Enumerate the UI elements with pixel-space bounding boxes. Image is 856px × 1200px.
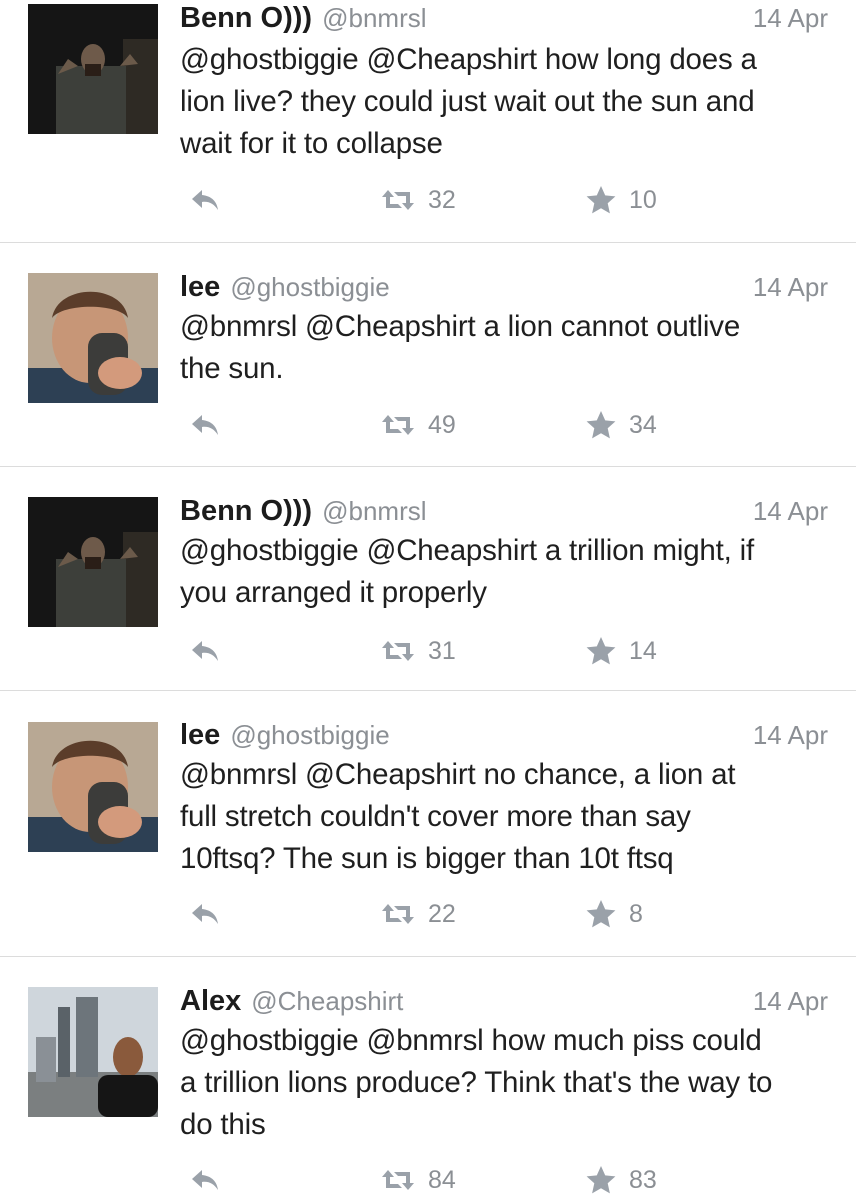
tweet-item[interactable]: Benn O))) @bnmrsl 14 Apr @ghostbiggie @C… xyxy=(0,467,856,691)
reply-button[interactable] xyxy=(190,180,220,220)
star-icon xyxy=(586,186,616,214)
author-handle[interactable]: @bnmrsl xyxy=(322,496,426,527)
tweet-text-line: @ghostbiggie @Cheapshirt how long does a xyxy=(180,43,757,76)
tweet-actions: 22 8 xyxy=(180,894,740,934)
tweet-actions: 84 83 xyxy=(180,1160,740,1200)
reply-arrow-icon xyxy=(192,190,218,210)
avatar[interactable] xyxy=(28,722,158,852)
tweet-header: lee @ghostbiggie 14 Apr xyxy=(180,719,828,759)
reply-arrow-icon xyxy=(192,415,218,435)
retweet-icon xyxy=(382,415,414,435)
favorite-button[interactable]: 34 xyxy=(585,405,657,445)
retweet-icon xyxy=(382,904,414,924)
reply-arrow-icon xyxy=(192,641,218,661)
retweet-count: 49 xyxy=(428,410,456,439)
author-handle[interactable]: @ghostbiggie xyxy=(230,720,389,751)
avatar[interactable] xyxy=(28,4,158,134)
retweet-icon xyxy=(382,1170,414,1190)
retweet-icon xyxy=(382,641,414,661)
tweet-text-line: @bnmrsl @Cheapshirt no chance, a lion at xyxy=(180,758,736,791)
favorite-count: 8 xyxy=(629,899,643,928)
retweet-button[interactable]: 31 xyxy=(380,631,456,671)
favorite-count: 34 xyxy=(629,410,657,439)
author-name[interactable]: Benn O))) xyxy=(180,495,312,528)
reply-button[interactable] xyxy=(190,1160,220,1200)
author-handle[interactable]: @bnmrsl xyxy=(322,3,426,34)
tweet-timestamp[interactable]: 14 Apr xyxy=(753,986,828,1017)
retweet-count: 22 xyxy=(428,899,456,928)
favorite-button[interactable]: 83 xyxy=(585,1160,657,1200)
tweet-timestamp[interactable]: 14 Apr xyxy=(753,720,828,751)
reply-button[interactable] xyxy=(190,405,220,445)
avatar[interactable] xyxy=(28,987,158,1117)
retweet-button[interactable]: 32 xyxy=(380,180,456,220)
author-handle[interactable]: @ghostbiggie xyxy=(230,272,389,303)
tweet-text-line: 10ftsq? The sun is bigger than 10t ftsq xyxy=(180,842,674,875)
tweet-text-line: the sun. xyxy=(180,352,284,385)
tweet-text-line: @bnmrsl @Cheapshirt a lion cannot outliv… xyxy=(180,310,741,343)
author-name[interactable]: Benn O))) xyxy=(180,2,312,35)
tweet-text-line: full stretch couldn't cover more than sa… xyxy=(180,800,691,833)
retweet-button[interactable]: 22 xyxy=(380,894,456,934)
author-name[interactable]: Alex xyxy=(180,985,241,1018)
tweet-text: @ghostbiggie @Cheapshirt a trillion migh… xyxy=(180,530,830,614)
tweet-text-line: wait for it to collapse xyxy=(180,127,443,160)
favorite-count: 10 xyxy=(629,185,657,214)
reply-button[interactable] xyxy=(190,631,220,671)
retweet-button[interactable]: 84 xyxy=(380,1160,456,1200)
avatar[interactable] xyxy=(28,273,158,403)
tweet-item[interactable]: Benn O))) @bnmrsl 14 Apr @ghostbiggie @C… xyxy=(0,0,856,243)
favorite-count: 14 xyxy=(629,636,657,665)
tweet-text: @bnmrsl @Cheapshirt a lion cannot outliv… xyxy=(180,306,830,390)
star-icon xyxy=(586,900,616,928)
author-name[interactable]: lee xyxy=(180,719,220,752)
tweet-text: @ghostbiggie @bnmrsl how much piss could… xyxy=(180,1020,830,1146)
retweet-button[interactable]: 49 xyxy=(380,405,456,445)
favorite-button[interactable]: 8 xyxy=(585,894,643,934)
tweet-header: Alex @Cheapshirt 14 Apr xyxy=(180,985,828,1025)
tweet-timestamp[interactable]: 14 Apr xyxy=(753,3,828,34)
tweet-text-line: you arranged it properly xyxy=(180,576,487,609)
tweet-actions: 32 10 xyxy=(180,180,740,220)
tweet-header: lee @ghostbiggie 14 Apr xyxy=(180,271,828,311)
tweet-item[interactable]: lee @ghostbiggie 14 Apr @bnmrsl @Cheapsh… xyxy=(0,691,856,957)
tweet-text-line: do this xyxy=(180,1108,266,1141)
tweet-item[interactable]: Alex @Cheapshirt 14 Apr @ghostbiggie @bn… xyxy=(0,957,856,1200)
favorite-count: 83 xyxy=(629,1165,657,1194)
favorite-button[interactable]: 10 xyxy=(585,180,657,220)
tweet-header: Benn O))) @bnmrsl 14 Apr xyxy=(180,495,828,535)
reply-arrow-icon xyxy=(192,1170,218,1190)
tweet-actions: 31 14 xyxy=(180,631,740,671)
tweet-text-line: @ghostbiggie @Cheapshirt a trillion migh… xyxy=(180,534,754,567)
retweet-count: 31 xyxy=(428,636,456,665)
tweet-text: @bnmrsl @Cheapshirt no chance, a lion at… xyxy=(180,754,830,880)
retweet-count: 84 xyxy=(428,1165,456,1194)
tweet-timestamp[interactable]: 14 Apr xyxy=(753,272,828,303)
author-name[interactable]: lee xyxy=(180,271,220,304)
tweet-text-line: a trillion lions produce? Think that's t… xyxy=(180,1066,773,1099)
tweet-timeline: Benn O))) @bnmrsl 14 Apr @ghostbiggie @C… xyxy=(0,0,856,1200)
favorite-button[interactable]: 14 xyxy=(585,631,657,671)
tweet-timestamp[interactable]: 14 Apr xyxy=(753,496,828,527)
star-icon xyxy=(586,637,616,665)
reply-button[interactable] xyxy=(190,894,220,934)
author-handle[interactable]: @Cheapshirt xyxy=(251,986,403,1017)
tweet-item[interactable]: lee @ghostbiggie 14 Apr @bnmrsl @Cheapsh… xyxy=(0,243,856,467)
star-icon xyxy=(586,1166,616,1194)
avatar[interactable] xyxy=(28,497,158,627)
reply-arrow-icon xyxy=(192,904,218,924)
retweet-count: 32 xyxy=(428,185,456,214)
tweet-text-line: lion live? they could just wait out the … xyxy=(180,85,755,118)
tweet-header: Benn O))) @bnmrsl 14 Apr xyxy=(180,2,828,42)
tweet-actions: 49 34 xyxy=(180,405,740,445)
star-icon xyxy=(586,411,616,439)
retweet-icon xyxy=(382,190,414,210)
tweet-text: @ghostbiggie @Cheapshirt how long does a… xyxy=(180,39,830,165)
tweet-text-line: @ghostbiggie @bnmrsl how much piss could xyxy=(180,1024,762,1057)
